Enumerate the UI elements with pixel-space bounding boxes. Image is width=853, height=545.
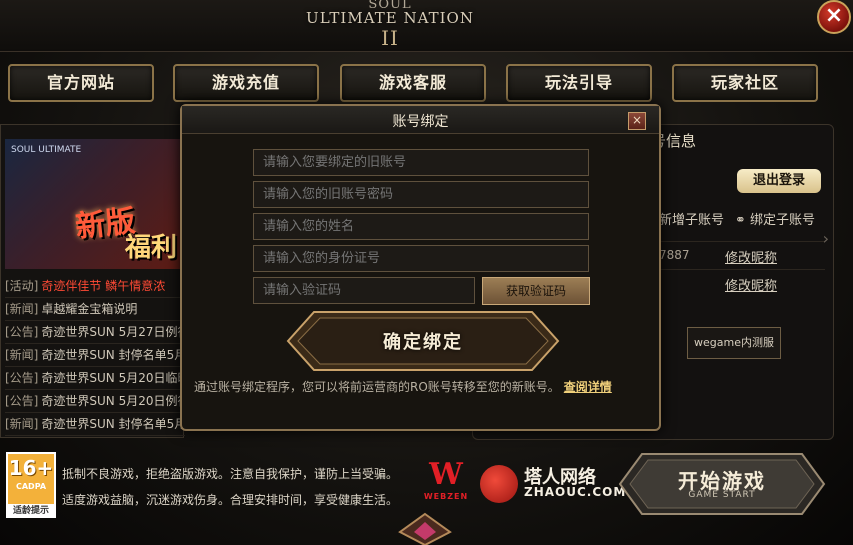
webzen-mark: W [429, 457, 463, 492]
dialog-title: 账号绑定 [392, 114, 449, 130]
news-title: 奇迹世界SUN 封停名单5月1 [41, 348, 185, 362]
edit-nickname-link[interactable]: 修改昵称 [725, 247, 777, 266]
start-game-sublabel: GAME START [688, 490, 756, 500]
confirm-bind-label: 确定绑定 [383, 332, 463, 353]
bind-sub-account-label: 绑定子账号 [750, 213, 816, 228]
dialog-close-icon[interactable]: × [628, 112, 646, 130]
add-sub-account-link[interactable]: 新增子账号 [659, 209, 724, 228]
news-item[interactable]: [公告]奇迹世界SUN 5月20日临时维 [5, 367, 185, 390]
wegame-server-button[interactable]: wegame内测服 [687, 327, 781, 359]
zhaouc-emblem-icon [480, 465, 518, 503]
dialog-header: 账号绑定 × [182, 106, 659, 134]
account-row: 7887 修改昵称 [659, 241, 825, 269]
old-account-input[interactable] [253, 149, 589, 176]
age-tip: 适龄提示 [6, 504, 56, 518]
view-details-link[interactable]: 查阅详情 [564, 380, 612, 394]
news-tag: [新闻] [5, 348, 39, 362]
health-notice-line1: 抵制不良游戏，拒绝盗版游戏。注意自我保护，谨防上当受骗。 [62, 467, 399, 481]
nav-recharge[interactable]: 游戏充值 [173, 64, 319, 102]
captcha-input[interactable] [253, 277, 475, 304]
news-item[interactable]: [公告]奇迹世界SUN 5月27日例行维 [5, 321, 185, 344]
news-item[interactable]: [活动] 奇迹伴佳节 鳞午情意浓 [5, 275, 185, 298]
logo-line3: II [381, 26, 399, 50]
news-item[interactable]: [新闻] 奇迹世界SUN 封停名单5月1 [5, 413, 185, 436]
logo-line2: ULTIMATE NATION [306, 9, 474, 27]
window-close-icon[interactable]: × [817, 0, 851, 34]
get-code-button[interactable]: 获取验证码 [482, 277, 590, 305]
top-frame: SOUL ULTIMATE NATION II × [0, 0, 853, 52]
news-tag: [新闻] [5, 417, 39, 431]
zhaouc-url: ZHAOUC.COM [524, 485, 627, 499]
news-title: 奇迹伴佳节 鳞午情意浓 [41, 279, 166, 293]
id-number-input[interactable] [253, 245, 589, 272]
webzen-logo: W WEBZEN [422, 458, 470, 508]
start-game-button[interactable]: 开始游戏 GAME START [618, 450, 826, 518]
nav-community[interactable]: 玩家社区 [672, 64, 818, 102]
zhaouc-logo: 塔人网络 ZHAOUC.COM [480, 463, 625, 503]
link-icon: ⚭ [735, 213, 746, 228]
banner-text-2: 福利 [125, 233, 178, 263]
news-list: [活动] 奇迹伴佳节 鳞午情意浓 [新闻] 卓越耀金宝箱说明 [公告] 奇迹世界SUN… [5, 275, 185, 436]
news-tag: [公告] [5, 394, 39, 408]
age-rating-org: CADPA [15, 482, 47, 491]
dialog-note: 通过账号绑定程序，您可以将前运营商的RO账号转移至您的新账号。 查阅详情 [194, 378, 612, 395]
health-notice-line2: 适度游戏益脑，沉迷游戏伤身。合理安排时间，享受健康生活。 [62, 493, 399, 507]
banner-top-text: SOUL ULTIMATE [11, 145, 82, 155]
main-nav: 官方网站 游戏充值 游戏客服 玩法引导 玩家社区 [8, 64, 846, 102]
news-title: 奇迹世界SUN 5月20日例行维 [41, 394, 185, 408]
news-item[interactable]: [新闻] 卓越耀金宝箱说明 [5, 298, 185, 321]
old-password-input[interactable] [253, 181, 589, 208]
age-rating-badge: 16+ CADPA 适龄提示 [6, 452, 56, 518]
account-row: 修改昵称 [659, 269, 825, 297]
nav-support[interactable]: 游戏客服 [340, 64, 486, 102]
edit-nickname-link[interactable]: 修改昵称 [725, 275, 777, 294]
bind-sub-account-link[interactable]: ⚭ 绑定子账号 [735, 209, 815, 228]
news-title: 奇迹世界SUN 5月27日例行维 [41, 325, 185, 339]
promo-banner[interactable]: SOUL ULTIMATE 新版 福利 [5, 139, 181, 269]
news-title: 奇迹世界SUN 封停名单5月1 [41, 417, 185, 431]
news-panel: SOUL ULTIMATE 新版 福利 [活动] 奇迹伴佳节 鳞午情意浓 [新闻]… [0, 124, 185, 438]
account-code: 7887 [659, 248, 690, 262]
chevron-right-icon[interactable]: › [823, 229, 829, 248]
dialog-note-text: 通过账号绑定程序，您可以将前运营商的RO账号转移至您的新账号。 [194, 380, 560, 394]
news-tag: [公告] [5, 371, 39, 385]
logout-button[interactable]: 退出登录 [737, 169, 821, 193]
news-tag: [活动] [5, 279, 39, 293]
nav-official-site[interactable]: 官方网站 [8, 64, 154, 102]
age-rating: 16+ [8, 456, 54, 480]
webzen-text: WEBZEN [423, 492, 469, 501]
news-tag: [新闻] [5, 302, 39, 316]
nav-guide[interactable]: 玩法引导 [506, 64, 652, 102]
bottom-ornament-icon [398, 512, 452, 545]
bind-account-dialog: 账号绑定 × 获取验证码 确定绑定 通过账号绑定程序，您可以将前运营商的RO账号… [180, 104, 661, 431]
game-logo: SOUL ULTIMATE NATION II [300, 0, 480, 52]
news-item[interactable]: [新闻] 奇迹世界SUN 封停名单5月1 [5, 344, 185, 367]
news-title: 奇迹世界SUN 5月20日临时维 [41, 371, 185, 385]
name-input[interactable] [253, 213, 589, 240]
news-item[interactable]: [公告]奇迹世界SUN 5月20日例行维 [5, 390, 185, 413]
news-title: 卓越耀金宝箱说明 [41, 302, 138, 316]
news-tag: [公告] [5, 325, 39, 339]
confirm-bind-button[interactable]: 确定绑定 [286, 310, 560, 372]
